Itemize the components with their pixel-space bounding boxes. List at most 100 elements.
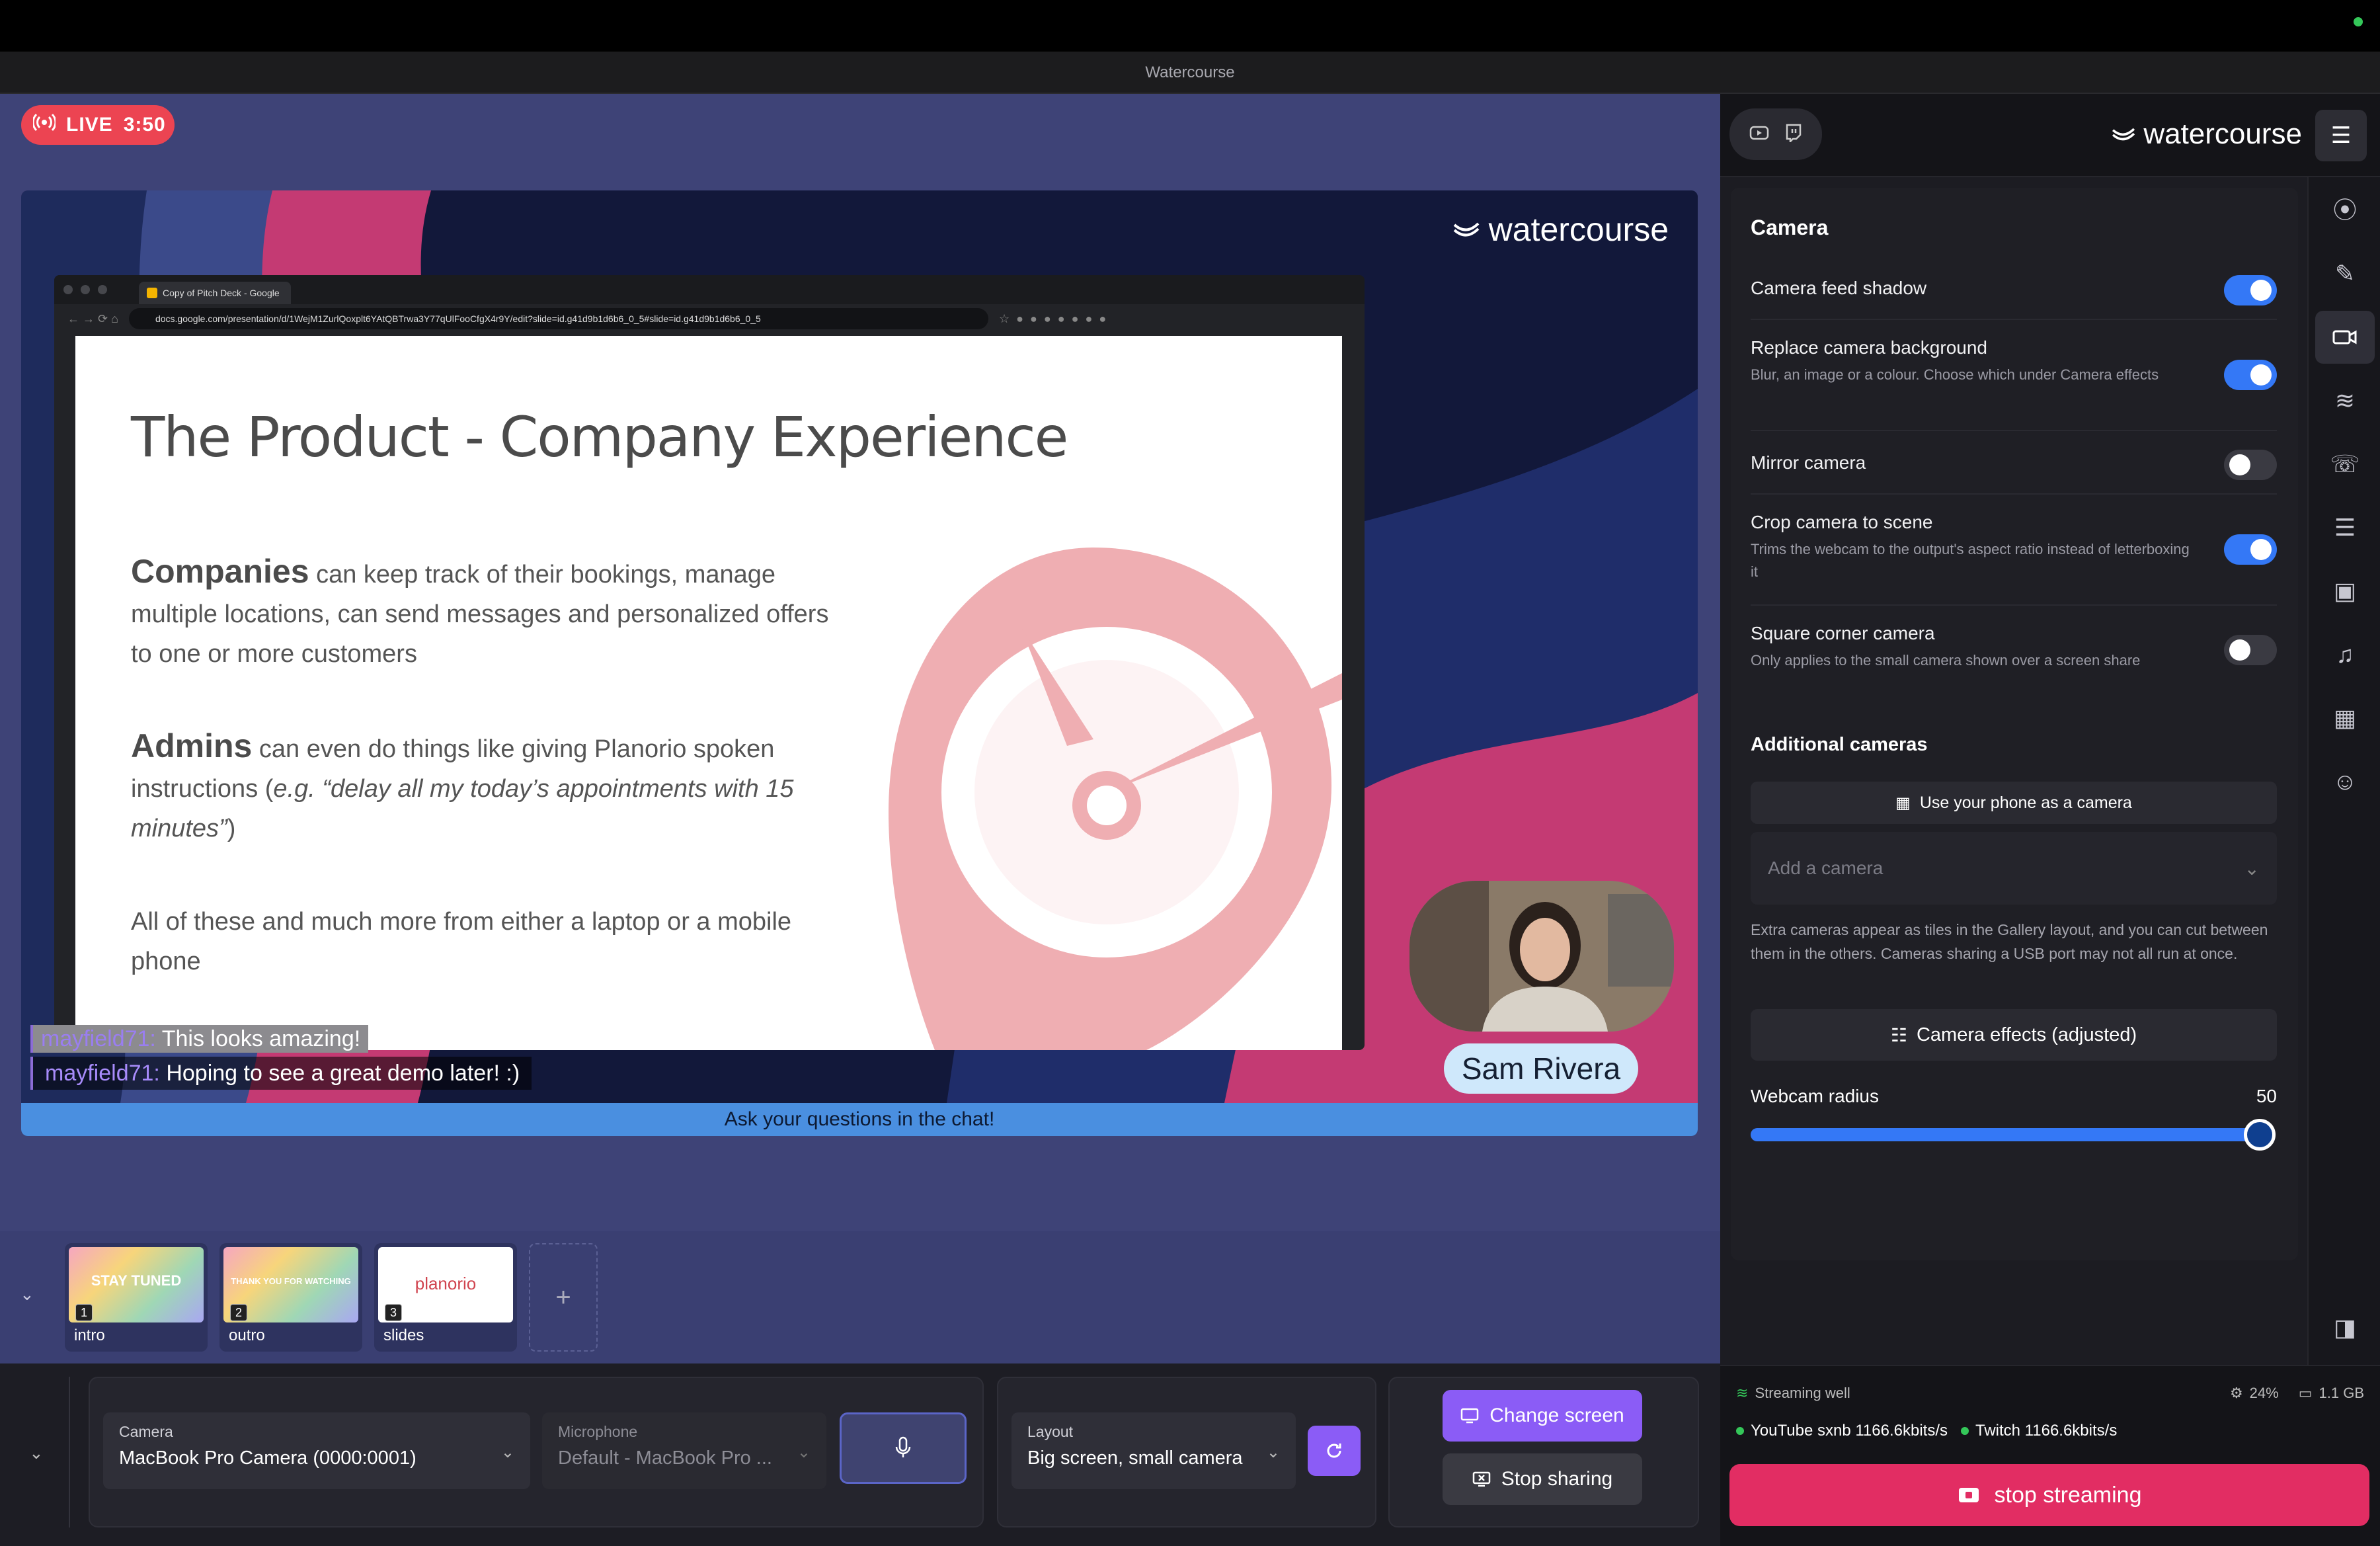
window-title: Watercourse bbox=[0, 52, 2380, 94]
youtube-destination-status: YouTube sxnb 1166.6kbits/s bbox=[1736, 1422, 1948, 1440]
chat-username: mayfield71: bbox=[45, 1061, 160, 1086]
additional-cameras-note: Extra cameras appear as tiles in the Gal… bbox=[1751, 921, 2268, 962]
slide-paragraph-admins: Admins can even do things like giving Pl… bbox=[131, 726, 845, 848]
microphone-select-caption: Microphone bbox=[558, 1423, 638, 1440]
presenter-camera-tile[interactable] bbox=[1409, 881, 1674, 1032]
section-title-camera: Camera bbox=[1751, 216, 1829, 239]
webcam-radius-slider[interactable] bbox=[1751, 1119, 2276, 1151]
scene-thumbnail-text: THANK YOU FOR WATCHING bbox=[231, 1276, 351, 1286]
collapse-sidebar-icon[interactable]: ◨ bbox=[2309, 1301, 2380, 1354]
scene-label: outro bbox=[229, 1326, 265, 1344]
nav-chat-icon[interactable]: ☏ bbox=[2309, 438, 2380, 491]
scene-number: 2 bbox=[230, 1304, 247, 1321]
microphone-select-value: Default - MacBook Pro ... bbox=[558, 1447, 772, 1469]
nav-layers-icon[interactable]: ≋ bbox=[2309, 374, 2380, 427]
setting-title: Replace camera background bbox=[1751, 337, 1987, 358]
use-phone-camera-button[interactable]: ▦ Use your phone as a camera bbox=[1751, 782, 2277, 824]
add-camera-select[interactable]: Add a camera ⌄ bbox=[1751, 832, 2277, 905]
broadcast-icon bbox=[32, 112, 57, 138]
youtube-status-text: YouTube sxnb 1166.6kbits/s bbox=[1751, 1422, 1948, 1440]
screen-share-panel: Change screen Stop sharing bbox=[1388, 1377, 1699, 1527]
stop-screen-share-icon bbox=[1472, 1471, 1491, 1487]
stop-sharing-label: Stop sharing bbox=[1501, 1468, 1613, 1490]
stage-brand-logo: watercourse bbox=[1452, 210, 1669, 249]
nav-film-icon[interactable]: ▦ bbox=[2309, 692, 2380, 745]
slide-bold-admins: Admins bbox=[131, 727, 253, 764]
window-zoom-dot bbox=[98, 285, 107, 294]
stage-preview[interactable]: watercourse Copy of Pitch Deck - Google … bbox=[21, 190, 1698, 1136]
studio-area: LIVE 3:50 watercourse Copy of Pitch Deck… bbox=[0, 94, 1720, 1231]
status-dot bbox=[1961, 1427, 1969, 1435]
change-screen-label: Change screen bbox=[1489, 1404, 1624, 1426]
nav-brush-icon[interactable]: ✎ bbox=[2309, 247, 2380, 300]
toggle-square-corner-camera[interactable] bbox=[2224, 635, 2277, 665]
nav-streaming-icon[interactable]: ⦿ bbox=[2309, 184, 2380, 237]
setting-camera-feed-shadow: Camera feed shadow bbox=[1751, 257, 2277, 320]
camera-effects-button[interactable]: ☷ Camera effects (adjusted) bbox=[1751, 1009, 2277, 1061]
setting-square-corner-camera: Square corner camera Only applies to the… bbox=[1751, 606, 2277, 692]
slide-paragraph-companies: Companies can keep track of their bookin… bbox=[131, 551, 845, 674]
recording-indicator-dot bbox=[2354, 17, 2363, 26]
control-bar: ⌄ Camera MacBook Pro Camera (0000:0001) … bbox=[0, 1363, 1720, 1546]
presenter-camera-image bbox=[1409, 881, 1674, 1032]
window-minimize-dot bbox=[81, 285, 90, 294]
camera-settings-panel: Camera Camera feed shadow Replace camera… bbox=[1731, 188, 2298, 1260]
shared-browser-window: Copy of Pitch Deck - Google ← → ⟳ ⌂ docs… bbox=[54, 275, 1365, 1050]
webcam-radius-slider-handle[interactable] bbox=[2244, 1119, 2276, 1151]
collapse-scenes-chevron-icon[interactable]: ⌄ bbox=[20, 1284, 34, 1305]
stop-sharing-button[interactable]: Stop sharing bbox=[1443, 1453, 1642, 1505]
scene-card-slides[interactable]: planorio 3 slides bbox=[374, 1243, 517, 1352]
ticker-banner: Ask your questions in the chat! bbox=[21, 1103, 1698, 1136]
youtube-icon[interactable] bbox=[1749, 125, 1769, 144]
microphone-icon bbox=[895, 1436, 911, 1457]
toggle-replace-background[interactable] bbox=[2224, 360, 2277, 390]
webcam-radius-value: 50 bbox=[2256, 1086, 2277, 1106]
slide-title: The Product - Company Experience bbox=[131, 405, 1068, 469]
nav-music-icon[interactable]: ♫ bbox=[2309, 628, 2380, 681]
scene-card-outro[interactable]: THANK YOU FOR WATCHING 2 outro bbox=[219, 1243, 362, 1352]
settings-nav: ⦿ ✎ ≋ ☏ ☰ ▣ ♫ ▦ ☺ ◨ bbox=[2307, 177, 2380, 1439]
scene-label: slides bbox=[383, 1326, 424, 1344]
add-scene-button[interactable]: + bbox=[529, 1243, 598, 1352]
collapse-controls-chevron-icon[interactable]: ⌄ bbox=[29, 1443, 44, 1463]
settings-sidebar: watercourse ☰ Camera Camera feed shadow … bbox=[1720, 94, 2380, 1546]
microphone-select[interactable]: Microphone Default - MacBook Pro ... ⌄ bbox=[542, 1412, 826, 1489]
nav-clapper-icon[interactable]: ▣ bbox=[2309, 565, 2380, 618]
sidebar-brand-logo: watercourse bbox=[2110, 118, 2302, 151]
setting-title: Crop camera to scene bbox=[1751, 512, 1933, 532]
screen-share-icon bbox=[1461, 1408, 1479, 1424]
nav-people-icon[interactable]: ☺ bbox=[2309, 755, 2380, 808]
stop-streaming-label: stop streaming bbox=[1994, 1482, 2142, 1508]
layout-select[interactable]: Layout Big screen, small camera ⌄ bbox=[1012, 1412, 1296, 1489]
browser-tab: Copy of Pitch Deck - Google bbox=[139, 282, 291, 304]
nav-captions-icon[interactable]: ☰ bbox=[2309, 501, 2380, 554]
toggle-crop-camera[interactable] bbox=[2224, 534, 2277, 565]
toggle-mirror-camera[interactable] bbox=[2224, 450, 2277, 480]
chat-text: Hoping to see a great demo later! :) bbox=[166, 1061, 520, 1086]
change-screen-button[interactable]: Change screen bbox=[1443, 1390, 1642, 1442]
presenter-name-tag: Sam Rivera bbox=[1444, 1043, 1638, 1094]
sliders-icon: ☷ bbox=[1890, 1024, 1907, 1045]
watercourse-logo-icon bbox=[1453, 222, 1480, 237]
scene-number: 1 bbox=[75, 1304, 93, 1321]
layout-select-value: Big screen, small camera bbox=[1027, 1447, 1243, 1469]
webcam-radius-slider-fill bbox=[1751, 1128, 2260, 1141]
stop-record-icon bbox=[1958, 1488, 1979, 1502]
stop-streaming-button[interactable]: stop streaming bbox=[1729, 1464, 2369, 1526]
chevron-down-icon: ⌄ bbox=[2244, 858, 2260, 879]
camera-select[interactable]: Camera MacBook Pro Camera (0000:0001) ⌄ bbox=[103, 1412, 530, 1489]
toggle-camera-feed-shadow[interactable] bbox=[2224, 275, 2277, 305]
chevron-down-icon: ⌄ bbox=[797, 1444, 811, 1461]
twitch-icon[interactable] bbox=[1785, 124, 1802, 145]
browser-tab-strip: Copy of Pitch Deck - Google bbox=[54, 275, 1365, 304]
scene-card-intro[interactable]: STAY TUNED 1 intro bbox=[65, 1243, 208, 1352]
hamburger-menu-button[interactable]: ☰ bbox=[2315, 110, 2367, 161]
presentation-slide: The Product - Company Experience Compani… bbox=[75, 336, 1342, 1050]
microphone-mute-button[interactable] bbox=[840, 1412, 967, 1484]
chevron-down-icon: ⌄ bbox=[500, 1444, 514, 1461]
twitch-status-text: Twitch 1166.6kbits/s bbox=[1975, 1422, 2118, 1440]
setting-mirror-camera: Mirror camera bbox=[1751, 431, 2277, 495]
nav-camera-icon[interactable] bbox=[2315, 311, 2375, 364]
refresh-layout-button[interactable] bbox=[1308, 1426, 1361, 1476]
twitch-destination-status: Twitch 1166.6kbits/s bbox=[1961, 1422, 2117, 1440]
